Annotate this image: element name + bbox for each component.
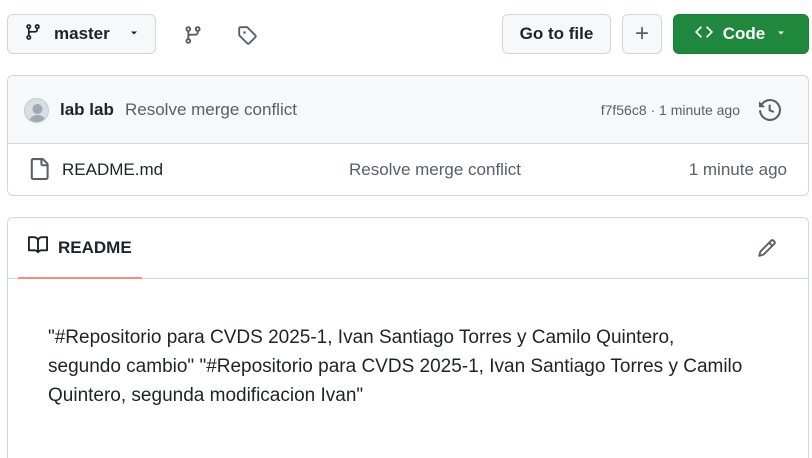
file-row[interactable]: README.md Resolve merge conflict 1 minut… bbox=[8, 144, 808, 195]
branch-select-button[interactable]: master bbox=[7, 14, 156, 54]
plus-icon: + bbox=[634, 20, 649, 47]
repo-toolbar: master Go to file + Code bbox=[0, 0, 812, 68]
file-name-link[interactable]: README.md bbox=[62, 160, 163, 180]
latest-commit-box: lab lab Resolve merge conflict f7f56c8 ·… bbox=[7, 75, 809, 196]
history-icon[interactable] bbox=[756, 96, 784, 124]
add-file-button[interactable]: + bbox=[622, 14, 662, 54]
commit-hash-time[interactable]: f7f56c8 · 1 minute ago bbox=[601, 102, 740, 118]
tab-readme[interactable]: README bbox=[18, 218, 142, 279]
tag-icon[interactable] bbox=[232, 20, 262, 50]
git-branch-icon bbox=[24, 23, 42, 46]
avatar[interactable] bbox=[24, 98, 49, 123]
book-icon bbox=[28, 235, 49, 260]
code-button[interactable]: Code bbox=[673, 14, 809, 54]
caret-down-icon bbox=[128, 24, 140, 44]
readme-box: README "#Repositorio para CVDS 2025-1, I… bbox=[7, 217, 809, 458]
file-icon bbox=[28, 158, 50, 185]
readme-tabbar: README bbox=[8, 218, 808, 279]
code-icon bbox=[695, 23, 713, 46]
file-commit-message[interactable]: Resolve merge conflict bbox=[349, 160, 521, 180]
file-time: 1 minute ago bbox=[688, 160, 787, 179]
branch-name: master bbox=[54, 24, 110, 43]
caret-down-icon bbox=[775, 24, 787, 44]
commit-message[interactable]: Resolve merge conflict bbox=[125, 100, 297, 120]
commit-header: lab lab Resolve merge conflict f7f56c8 ·… bbox=[8, 76, 808, 144]
readme-content: "#Repositorio para CVDS 2025-1, Ivan San… bbox=[48, 327, 743, 406]
pencil-icon[interactable] bbox=[754, 235, 780, 261]
code-button-label: Code bbox=[722, 24, 766, 43]
commit-author[interactable]: lab lab bbox=[60, 100, 114, 120]
go-to-file-button[interactable]: Go to file bbox=[502, 14, 611, 54]
readme-tab-label: README bbox=[58, 237, 132, 257]
branches-icon[interactable] bbox=[178, 20, 208, 50]
